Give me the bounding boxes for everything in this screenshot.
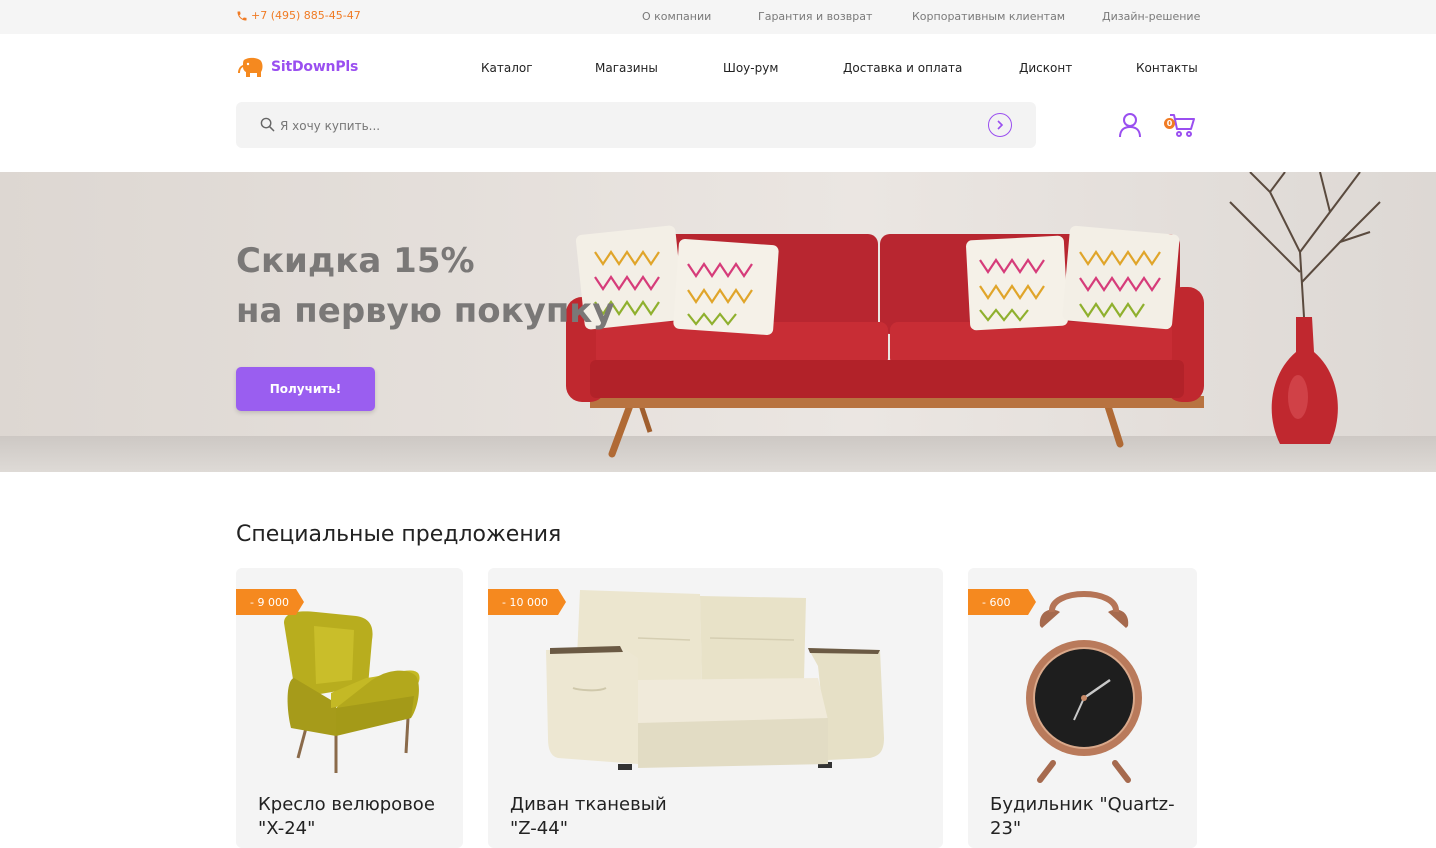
product-name-line-1: Будильник "Quartz- [990, 794, 1175, 815]
cart-button[interactable]: 0 [1164, 112, 1196, 138]
product-name-line-2: "X-24" [258, 818, 316, 839]
red-sofa-image [0, 172, 1436, 458]
nav-stores[interactable]: Магазины [595, 61, 658, 75]
product-name-line-2: "Z-44" [510, 818, 568, 839]
discount-tag: - 600 [968, 589, 1036, 615]
product-name: Диван тканевый "Z-44" [510, 793, 667, 841]
product-card-clock[interactable]: - 600 Будильник "Quartz- 23" [968, 568, 1197, 848]
product-name-line-1: Кресло велюровое [258, 794, 435, 815]
discount-tag: - 9 000 [236, 589, 304, 615]
product-name-line-1: Диван тканевый [510, 794, 667, 815]
top-link-warranty[interactable]: Гарантия и возврат [758, 10, 872, 23]
section-title: Специальные предложения [236, 522, 562, 547]
product-name-line-2: 23" [990, 818, 1022, 839]
elephant-logo-icon [238, 57, 263, 77]
hero-banner: Скидка 15% на первую покупку Получить! [0, 172, 1436, 472]
user-account-icon[interactable] [1118, 112, 1142, 138]
search-bar [236, 102, 1036, 148]
phone-icon [237, 11, 247, 20]
search-input[interactable] [280, 115, 960, 137]
logo[interactable]: SitDownPls [236, 56, 358, 78]
nav-contacts[interactable]: Контакты [1136, 61, 1198, 75]
phone-number: +7 (495) 885-45-47 [251, 9, 361, 22]
hero-title-line-1: Скидка 15% [236, 241, 475, 281]
product-name: Будильник "Quartz- 23" [990, 793, 1175, 841]
product-name: Кресло велюровое "X-24" [258, 793, 435, 841]
product-card-sofa[interactable]: - 10 000 Диван тканевый "Z-44" [488, 568, 943, 848]
nav-catalog[interactable]: Каталог [481, 61, 533, 75]
cart-count-badge: 0 [1164, 118, 1175, 129]
top-bar: +7 (495) 885-45-47 О компании Гарантия и… [0, 0, 1436, 34]
discount-tag: - 10 000 [488, 589, 566, 615]
logo-text: SitDownPls [271, 59, 359, 75]
top-link-design[interactable]: Дизайн-решение [1102, 10, 1200, 23]
hero-title: Скидка 15% на первую покупку [236, 236, 615, 336]
nav-showroom[interactable]: Шоу-рум [723, 61, 778, 75]
product-card-armchair[interactable]: - 9 000 Кресло велюровое "X-24" [236, 568, 463, 848]
nav-delivery[interactable]: Доставка и оплата [843, 61, 962, 75]
get-discount-button[interactable]: Получить! [236, 367, 375, 411]
top-link-corporate[interactable]: Корпоративным клиентам [912, 10, 1065, 23]
hero-title-line-2: на первую покупку [236, 291, 615, 331]
chevron-right-icon [997, 120, 1004, 130]
search-icon [260, 117, 275, 132]
search-submit-button[interactable] [988, 113, 1012, 137]
top-link-about[interactable]: О компании [642, 10, 711, 23]
phone-link[interactable]: +7 (495) 885-45-47 [236, 9, 361, 22]
nav-discount[interactable]: Дисконт [1019, 61, 1072, 75]
